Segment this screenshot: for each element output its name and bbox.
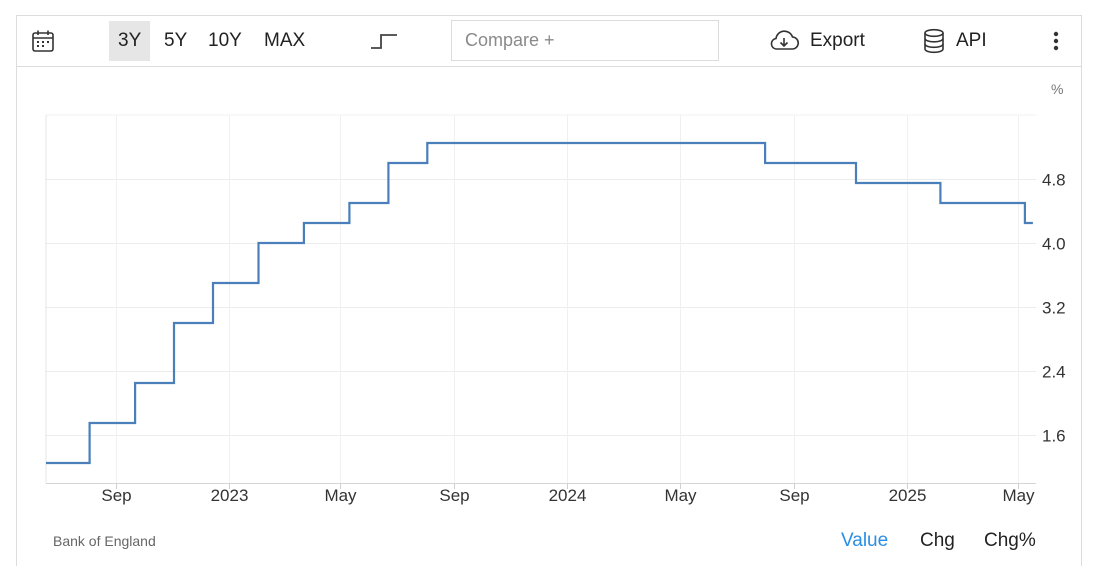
- y-tick-labels: 1.6 2.4 3.2 4.0 4.8: [1042, 171, 1066, 446]
- tab-value[interactable]: Value: [841, 530, 888, 552]
- source-label: Bank of England: [53, 533, 156, 549]
- chart-canvas: 1.6 2.4 3.2 4.0 4.8 Sep 2023 May Sep 2024 May Sep 2…: [45, 114, 1066, 505]
- y-tick-label: 1.6: [1042, 427, 1066, 446]
- x-tick-label: May: [1002, 486, 1035, 505]
- x-tick-label: Sep: [101, 486, 131, 505]
- tab-change-percent[interactable]: Chg%: [984, 530, 1036, 552]
- y-tick-label: 4.0: [1042, 235, 1066, 254]
- series-line: [46, 141, 1033, 465]
- y-tick-label: 2.4: [1042, 363, 1066, 382]
- y-tick-label: 4.8: [1042, 171, 1066, 190]
- grid-layer: [46, 115, 1036, 483]
- x-tick-label: Sep: [439, 486, 469, 505]
- tab-change[interactable]: Chg: [920, 530, 955, 552]
- x-tick-label: 2023: [211, 486, 249, 505]
- x-tick-label: May: [664, 486, 697, 505]
- x-tick-label: May: [324, 486, 357, 505]
- x-tick-label: 2024: [549, 486, 587, 505]
- series-layer: [46, 141, 1033, 465]
- x-tick-label: Sep: [779, 486, 809, 505]
- axis-layer: [45, 114, 1036, 489]
- y-tick-label: 3.2: [1042, 299, 1066, 318]
- x-tick-labels: Sep 2023 May Sep 2024 May Sep 2025 May: [101, 486, 1035, 505]
- x-tick-label: 2025: [889, 486, 927, 505]
